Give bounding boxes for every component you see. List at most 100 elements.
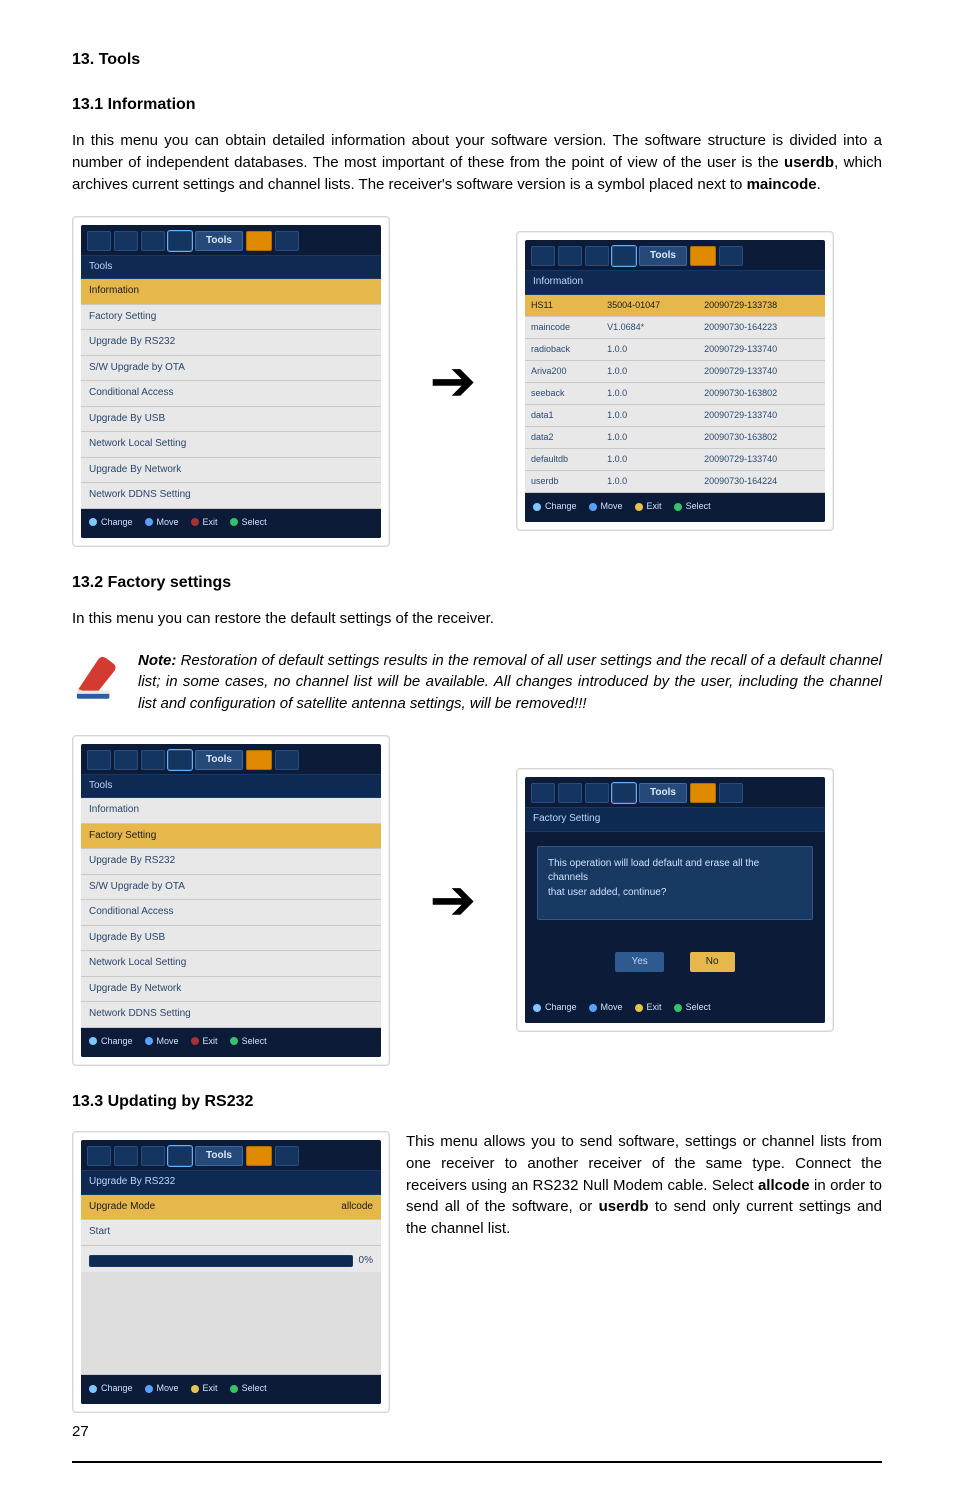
tab-icon[interactable] [690,246,716,266]
hint-icon [89,1385,97,1393]
tab-icon[interactable] [87,750,111,770]
tab-icon[interactable] [246,1146,272,1166]
list-item[interactable]: Upgrade By Network [81,458,381,484]
heading-13-2: 13.2 Factory settings [72,571,882,594]
panel-title: Tools [81,255,381,280]
tab-icon[interactable] [87,1146,111,1166]
yes-button[interactable]: Yes [615,952,663,973]
tab-icon[interactable] [275,750,299,770]
list-item[interactable]: Upgrade By Network [81,977,381,1003]
tab-icon[interactable] [531,246,555,266]
table-row[interactable]: radioback1.0.020090729-133740 [525,338,825,360]
list-item[interactable]: Network Local Setting [81,432,381,458]
tab-icon[interactable] [168,231,192,251]
tab-icon[interactable] [114,750,138,770]
list-item[interactable]: Upgrade By RS232 [81,849,381,875]
tab-icon[interactable] [141,231,165,251]
tab-icon[interactable] [558,783,582,803]
hint-exit: Exit [203,1035,218,1048]
list-item[interactable]: Upgrade By USB [81,926,381,952]
tab-icon[interactable] [114,231,138,251]
bold-maincode: maincode [747,176,817,193]
cell: data2 [525,426,601,448]
tab-icon[interactable] [585,783,609,803]
cell: 20090729-133740 [698,448,825,470]
table-row[interactable]: data21.0.020090730-163802 [525,426,825,448]
list-item[interactable]: Network DDNS Setting [81,1002,381,1028]
confirm-line2: that user added, continue? [548,886,802,901]
list-item[interactable]: Factory Setting [81,824,381,850]
note-text: Note: Restoration of default settings re… [138,650,882,715]
hint-icon [589,1004,597,1012]
tab-icon[interactable] [141,1146,165,1166]
active-tab-label[interactable]: Tools [195,231,243,251]
tab-icon[interactable] [719,246,743,266]
cell: 1.0.0 [601,448,698,470]
tab-icon[interactable] [558,246,582,266]
tab-icon[interactable] [246,750,272,770]
hint-icon [589,503,597,511]
hint-select: Select [686,500,711,513]
tab-icon[interactable] [275,231,299,251]
table-row[interactable]: maincodeV1.0684*20090730-164223 [525,316,825,338]
tab-icon[interactable] [87,231,111,251]
cell: 20090730-164224 [698,471,825,493]
tab-icon[interactable] [246,231,272,251]
tab-icon[interactable] [141,750,165,770]
list-item[interactable]: S/W Upgrade by OTA [81,875,381,901]
no-button[interactable]: No [690,952,735,973]
active-tab-label[interactable]: Tools [639,783,687,803]
hint-move: Move [157,1382,179,1395]
text: In this menu you can obtain detailed inf… [72,132,882,171]
list-item[interactable]: Network DDNS Setting [81,483,381,509]
active-tab-label[interactable]: Tools [195,1146,243,1166]
tab-icon[interactable] [612,246,636,266]
list-item[interactable]: Information [81,279,381,305]
text: . [817,176,821,193]
list-item[interactable]: S/W Upgrade by OTA [81,356,381,382]
progress-bar [89,1255,353,1267]
heading-13-1: 13.1 Information [72,93,882,116]
cell: Ariva200 [525,360,601,382]
table-row[interactable]: HS1135004-0104720090729-133738 [525,295,825,317]
cell: 20090730-163802 [698,426,825,448]
cell: userdb [525,471,601,493]
table-row[interactable]: defaultdb1.0.020090729-133740 [525,448,825,470]
cell: maincode [525,316,601,338]
tab-icon[interactable] [612,783,636,803]
tab-icon[interactable] [719,783,743,803]
tab-icon[interactable] [168,1146,192,1166]
list-item[interactable]: Factory Setting [81,305,381,331]
active-tab-label[interactable]: Tools [195,750,243,770]
list-item[interactable]: Upgrade By RS232 [81,330,381,356]
hint-icon [191,1037,199,1045]
hint-exit: Exit [203,516,218,529]
active-tab-label[interactable]: Tools [639,246,687,266]
screenshot-information: Tools Information HS1135004-010472009072… [516,231,834,531]
upgrade-mode-row[interactable]: Upgrade Mode allcode [81,1195,381,1221]
list-item[interactable]: Upgrade By USB [81,407,381,433]
tools-list: Information Factory Setting Upgrade By R… [81,279,381,509]
progress-percent: 0% [359,1254,373,1269]
screenshot-row-13-2: Tools Tools Information Factory Setting … [72,735,882,1066]
list-item[interactable]: Conditional Access [81,381,381,407]
tab-icon[interactable] [114,1146,138,1166]
tab-icon[interactable] [690,783,716,803]
tab-icon[interactable] [275,1146,299,1166]
hint-icon [89,518,97,526]
list-item[interactable]: Information [81,798,381,824]
list-item[interactable]: Conditional Access [81,900,381,926]
table-row[interactable]: data11.0.020090729-133740 [525,404,825,426]
footer-hints: Change Move Exit Select [81,1375,381,1404]
table-row[interactable]: Ariva2001.0.020090729-133740 [525,360,825,382]
table-row[interactable]: seeback1.0.020090730-163802 [525,382,825,404]
tab-icon[interactable] [168,750,192,770]
note-label: Note: [138,652,176,669]
cell: radioback [525,338,601,360]
tab-icon[interactable] [585,246,609,266]
start-row[interactable]: Start [81,1220,381,1246]
tab-icon[interactable] [531,783,555,803]
list-item[interactable]: Network Local Setting [81,951,381,977]
note-body: Restoration of default settings results … [138,652,882,713]
table-row[interactable]: userdb1.0.020090730-164224 [525,471,825,493]
